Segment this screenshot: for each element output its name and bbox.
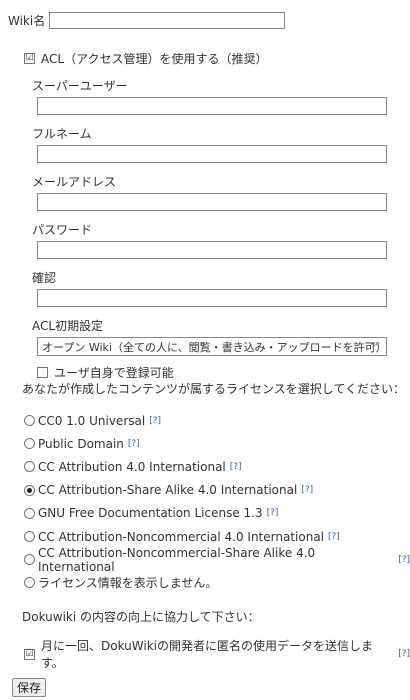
self-register-row[interactable]: ユーザ自身で登録可能 xyxy=(37,364,394,381)
acl-policy-label: ACL初期設定 xyxy=(32,319,104,333)
popularity-checkbox[interactable]: ☑ xyxy=(24,648,35,660)
license-option-cc-by-sa[interactable]: CC Attribution-Share Alike 4.0 Internati… xyxy=(24,479,410,502)
help-link[interactable]: [?] xyxy=(128,439,140,449)
license-option-label: ライセンス情報を表示しません。 xyxy=(38,576,218,591)
fullname-label: フルネーム xyxy=(32,127,92,141)
chevron-down-icon: ﹀ xyxy=(369,341,380,354)
license-radio[interactable] xyxy=(24,438,35,450)
wiki-name-label: Wiki名 xyxy=(8,13,46,28)
license-option-cc-by[interactable]: CC Attribution 4.0 International [?] xyxy=(24,455,410,478)
acl-enable-row[interactable]: ☑ ACL（アクセス管理）を使用する（推奨） xyxy=(24,50,394,67)
license-intro: あなたが作成したコンテンツが属するライセンスを選択してください： xyxy=(22,382,406,396)
acl-section: ☑ ACL（アクセス管理）を使用する（推奨） スーパーユーザー フルネーム メー… xyxy=(24,50,394,381)
help-link[interactable]: [?] xyxy=(398,555,410,565)
license-option-cc-by-nc-sa[interactable]: CC Attribution-Noncommercial-Share Alike… xyxy=(24,545,410,574)
wiki-name-row: Wiki名 xyxy=(8,9,286,31)
self-register-checkbox[interactable] xyxy=(37,367,48,378)
license-option-none[interactable]: ライセンス情報を表示しません。 xyxy=(24,571,410,594)
acl-enable-checkbox[interactable]: ☑ xyxy=(24,53,35,64)
acl-enable-label: ACL（アクセス管理）を使用する（推奨） xyxy=(41,52,268,66)
license-option-cc0[interactable]: CC0 1.0 Universal [?] xyxy=(24,409,410,432)
help-link[interactable]: [?] xyxy=(149,416,161,426)
password-confirm-label: 確認 xyxy=(32,271,57,285)
password-input[interactable] xyxy=(37,241,387,259)
license-radio[interactable] xyxy=(24,531,35,543)
license-option-label: CC Attribution-Share Alike 4.0 Internati… xyxy=(38,483,298,498)
license-radio[interactable] xyxy=(24,415,35,427)
wiki-name-input[interactable] xyxy=(49,11,286,29)
license-option-gnufdl[interactable]: GNU Free Documentation License 1.3 [?] xyxy=(24,502,410,525)
license-option-label: Public Domain xyxy=(38,436,124,451)
help-link[interactable]: [?] xyxy=(230,462,242,472)
help-link[interactable]: [?] xyxy=(301,485,313,495)
self-register-label: ユーザ自身で登録可能 xyxy=(54,366,174,380)
superuser-input[interactable] xyxy=(37,97,387,115)
email-input[interactable] xyxy=(37,193,387,211)
popularity-row[interactable]: ☑ 月に一回、DokuWikiの開発者に匿名の使用データを送信します。 [?] xyxy=(24,637,410,671)
help-link[interactable]: [?] xyxy=(398,649,410,659)
password-label: パスワード xyxy=(32,223,93,237)
license-options: CC0 1.0 Universal [?] Public Domain [?] … xyxy=(24,409,410,595)
license-option-label: CC Attribution-Noncommercial-Share Alike… xyxy=(38,545,316,574)
password-confirm-input[interactable] xyxy=(37,289,387,307)
email-label: メールアドレス xyxy=(32,175,117,189)
license-radio-selected[interactable] xyxy=(24,484,35,496)
save-button[interactable]: 保存 xyxy=(12,678,47,697)
help-link[interactable]: [?] xyxy=(328,532,340,542)
acl-policy-select[interactable]: オープン Wiki（全ての人に、閲覧・書き込み・アップロードを許可） ﹀ xyxy=(37,337,387,356)
license-option-label: CC Attribution 4.0 International xyxy=(38,459,226,474)
popularity-label: 月に一回、DokuWikiの開発者に匿名の使用データを送信します。 xyxy=(41,639,373,670)
popularity-intro: Dokuwiki の内容の向上に協力して下さい： xyxy=(22,610,260,624)
license-radio[interactable] xyxy=(24,554,35,566)
acl-policy-selected-value: オープン Wiki（全ての人に、閲覧・書き込み・アップロードを許可） xyxy=(42,340,387,354)
license-radio[interactable] xyxy=(24,507,35,519)
license-option-label: GNU Free Documentation License 1.3 xyxy=(38,506,263,521)
license-radio[interactable] xyxy=(24,461,35,473)
help-link[interactable]: [?] xyxy=(267,508,279,518)
superuser-label: スーパーユーザー xyxy=(32,79,128,93)
license-option-cc-by-nc[interactable]: CC Attribution-Noncommercial 4.0 Interna… xyxy=(24,525,410,548)
fullname-input[interactable] xyxy=(37,145,387,163)
license-radio[interactable] xyxy=(24,577,35,589)
license-option-publicdomain[interactable]: Public Domain [?] xyxy=(24,432,410,455)
license-option-label: CC Attribution-Noncommercial 4.0 Interna… xyxy=(38,529,325,544)
license-option-label: CC0 1.0 Universal xyxy=(38,413,146,428)
